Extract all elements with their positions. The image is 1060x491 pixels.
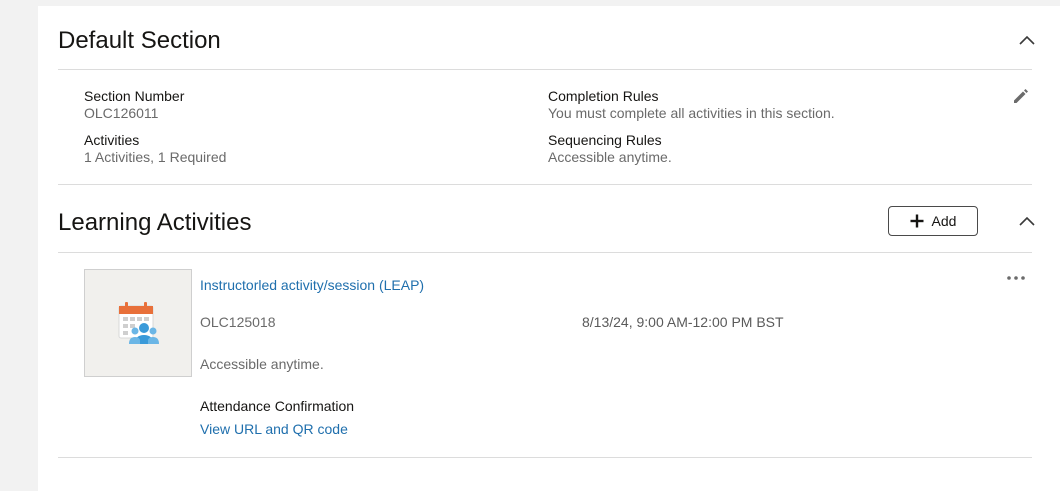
activities-field: Activities 1 Activities, 1 Required	[84, 132, 226, 166]
collapse-activities-button[interactable]	[1013, 207, 1041, 235]
default-section-title: Default Section	[58, 27, 221, 54]
chevron-up-icon	[1019, 216, 1035, 226]
activity-more-actions-button[interactable]	[1004, 271, 1028, 283]
section-number-label: Section Number	[84, 88, 185, 104]
activity-item: Instructorled activity/session (LEAP) OL…	[58, 253, 1032, 458]
completion-rules-field: Completion Rules You must complete all a…	[548, 88, 835, 122]
sequencing-rules-label: Sequencing Rules	[548, 132, 662, 148]
activity-access: Accessible anytime.	[200, 356, 324, 372]
learning-activities-header: Learning Activities Add	[58, 185, 1035, 253]
default-section-header: Default Section	[58, 6, 1035, 70]
activity-schedule: 8/13/24, 9:00 AM-12:00 PM BST	[582, 314, 784, 330]
completion-rules-value: You must complete all activities in this…	[548, 105, 835, 121]
calendar-people-icon	[118, 302, 159, 344]
more-horizontal-icon	[1007, 276, 1025, 280]
attendance-confirmation-label: Attendance Confirmation	[200, 398, 355, 414]
add-button-label: Add	[931, 213, 957, 229]
activity-code: OLC125018	[200, 314, 276, 330]
completion-rules-label: Completion Rules	[548, 88, 659, 104]
edit-section-button[interactable]	[1011, 86, 1031, 106]
plus-icon	[910, 214, 924, 228]
collapse-section-button[interactable]	[1013, 26, 1041, 54]
section-details: Section Number OLC126011 Activities 1 Ac…	[58, 70, 1032, 185]
activity-thumbnail	[84, 269, 192, 377]
section-number-field: Section Number OLC126011	[84, 88, 184, 122]
activity-title-link[interactable]: Instructorled activity/session (LEAP)	[200, 277, 424, 293]
activities-value: 1 Activities, 1 Required	[84, 149, 227, 165]
learning-activities-title: Learning Activities	[58, 209, 252, 236]
view-url-qr-link[interactable]: View URL and QR code	[200, 421, 348, 437]
activities-label: Activities	[84, 132, 140, 148]
pencil-icon	[1014, 89, 1028, 103]
section-panel: Default Section Section Number OLC126011…	[38, 6, 1060, 491]
add-activity-button[interactable]: Add	[888, 206, 978, 236]
chevron-up-icon	[1019, 35, 1035, 45]
section-number-value: OLC126011	[84, 105, 159, 121]
sequencing-rules-field: Sequencing Rules Accessible anytime.	[548, 132, 672, 166]
sequencing-rules-value: Accessible anytime.	[548, 149, 672, 165]
